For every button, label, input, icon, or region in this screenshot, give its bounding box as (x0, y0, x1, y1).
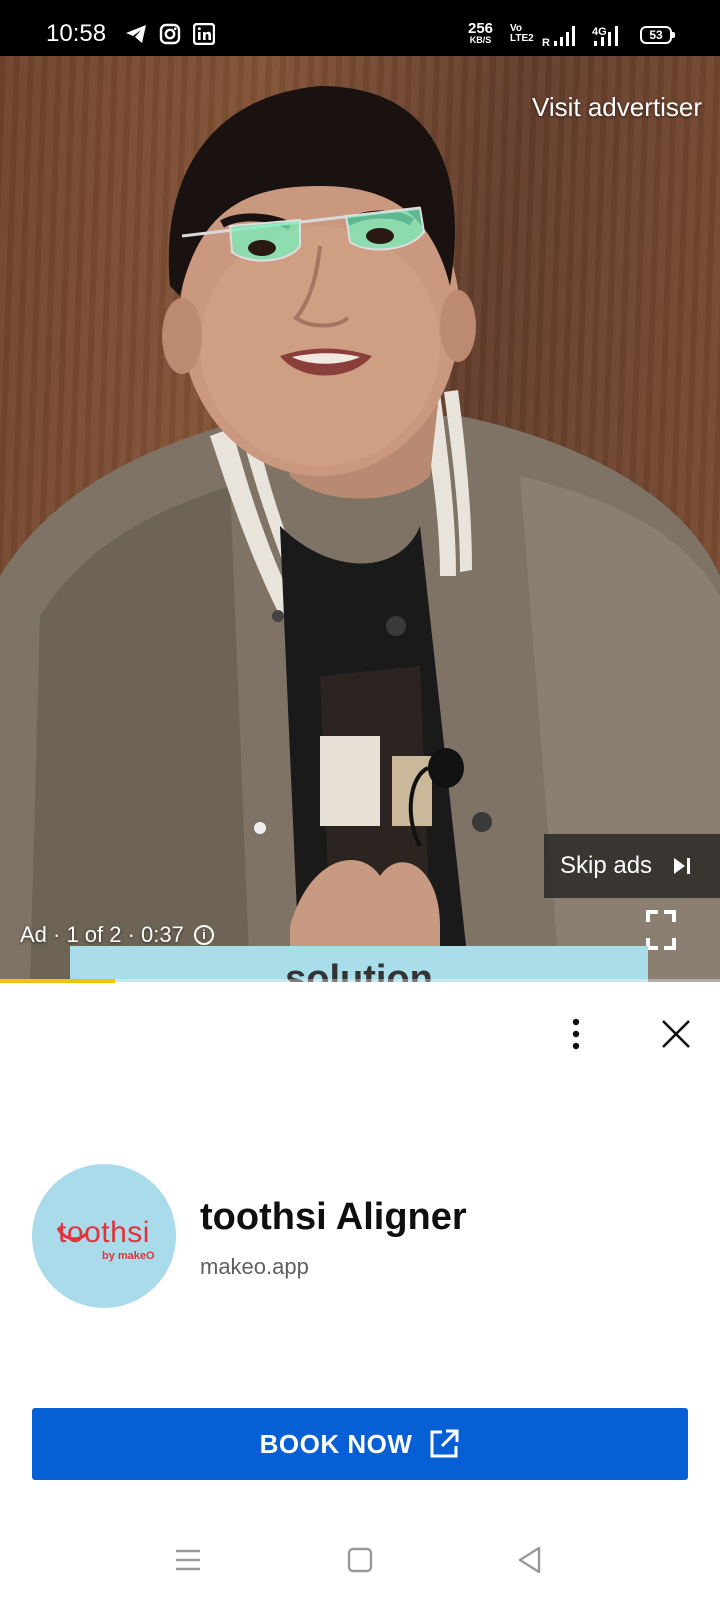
network-speed-unit: KB/S (469, 35, 492, 45)
fullscreen-icon[interactable] (646, 910, 676, 950)
system-navigation-bar (0, 1520, 720, 1600)
skip-next-icon (674, 858, 690, 874)
video-progress-fill (0, 979, 116, 983)
volte-indicator: Vo LTE2 (510, 23, 534, 44)
info-icon[interactable]: i (193, 925, 214, 945)
instagram-icon (158, 22, 182, 46)
nav-menu-button[interactable] (170, 1542, 206, 1578)
nav-back-button[interactable] (512, 1542, 548, 1578)
nav-home-button[interactable] (342, 1542, 378, 1578)
book-now-label: BOOK NOW (259, 1428, 413, 1459)
ad-video-player[interactable]: Visit advertiser Skip ads Ad · 1 of 2 · … (0, 56, 720, 982)
logo-subtext: by makeO (102, 1250, 155, 1262)
back-icon (518, 1546, 541, 1574)
video-progress-bar[interactable] (0, 979, 720, 983)
more-options-button[interactable] (558, 1016, 594, 1052)
signal-strength-icon: R (542, 26, 575, 48)
video-caption-banner: solution (70, 946, 648, 982)
home-icon (347, 1547, 373, 1573)
battery-indicator: 53 (640, 26, 675, 44)
network-type: 4G (592, 26, 607, 38)
visit-advertiser-link[interactable]: Visit advertiser (532, 92, 702, 123)
book-now-button[interactable]: BOOK NOW (32, 1408, 688, 1480)
mobile-data-signal-icon: 4G (592, 26, 618, 46)
advertiser-logo[interactable]: toothsi by makeO (32, 1164, 176, 1308)
open-external-icon (430, 1429, 459, 1458)
menu-icon (176, 1549, 200, 1571)
advertiser-domain: makeo.app (200, 1254, 309, 1279)
network-speed: 256 KB/S (468, 20, 494, 45)
skip-ads-button[interactable]: Skip ads (544, 834, 720, 898)
linkedin-icon (192, 22, 216, 46)
ad-info: Ad · 1 of 2 · 0:37 i (20, 922, 214, 948)
logo-smile-icon (56, 1227, 88, 1241)
advertiser-title[interactable]: toothsi Aligner (200, 1196, 467, 1239)
ad-info-text: Ad · 1 of 2 · 0:37 (20, 922, 184, 947)
roaming-indicator: R (542, 37, 550, 48)
status-bar: 10:58 256 KB/S Vo LTE2 R 4G 53 (0, 0, 720, 56)
close-button[interactable] (656, 1014, 696, 1054)
status-time: 10:58 (46, 20, 107, 47)
close-icon (662, 1020, 690, 1048)
skip-ads-label: Skip ads (560, 852, 653, 879)
network-speed-value: 256 (468, 20, 494, 37)
logo-wordmark: toothsi (58, 1216, 150, 1249)
more-vert-icon (572, 1018, 580, 1050)
telegram-icon (124, 22, 148, 46)
